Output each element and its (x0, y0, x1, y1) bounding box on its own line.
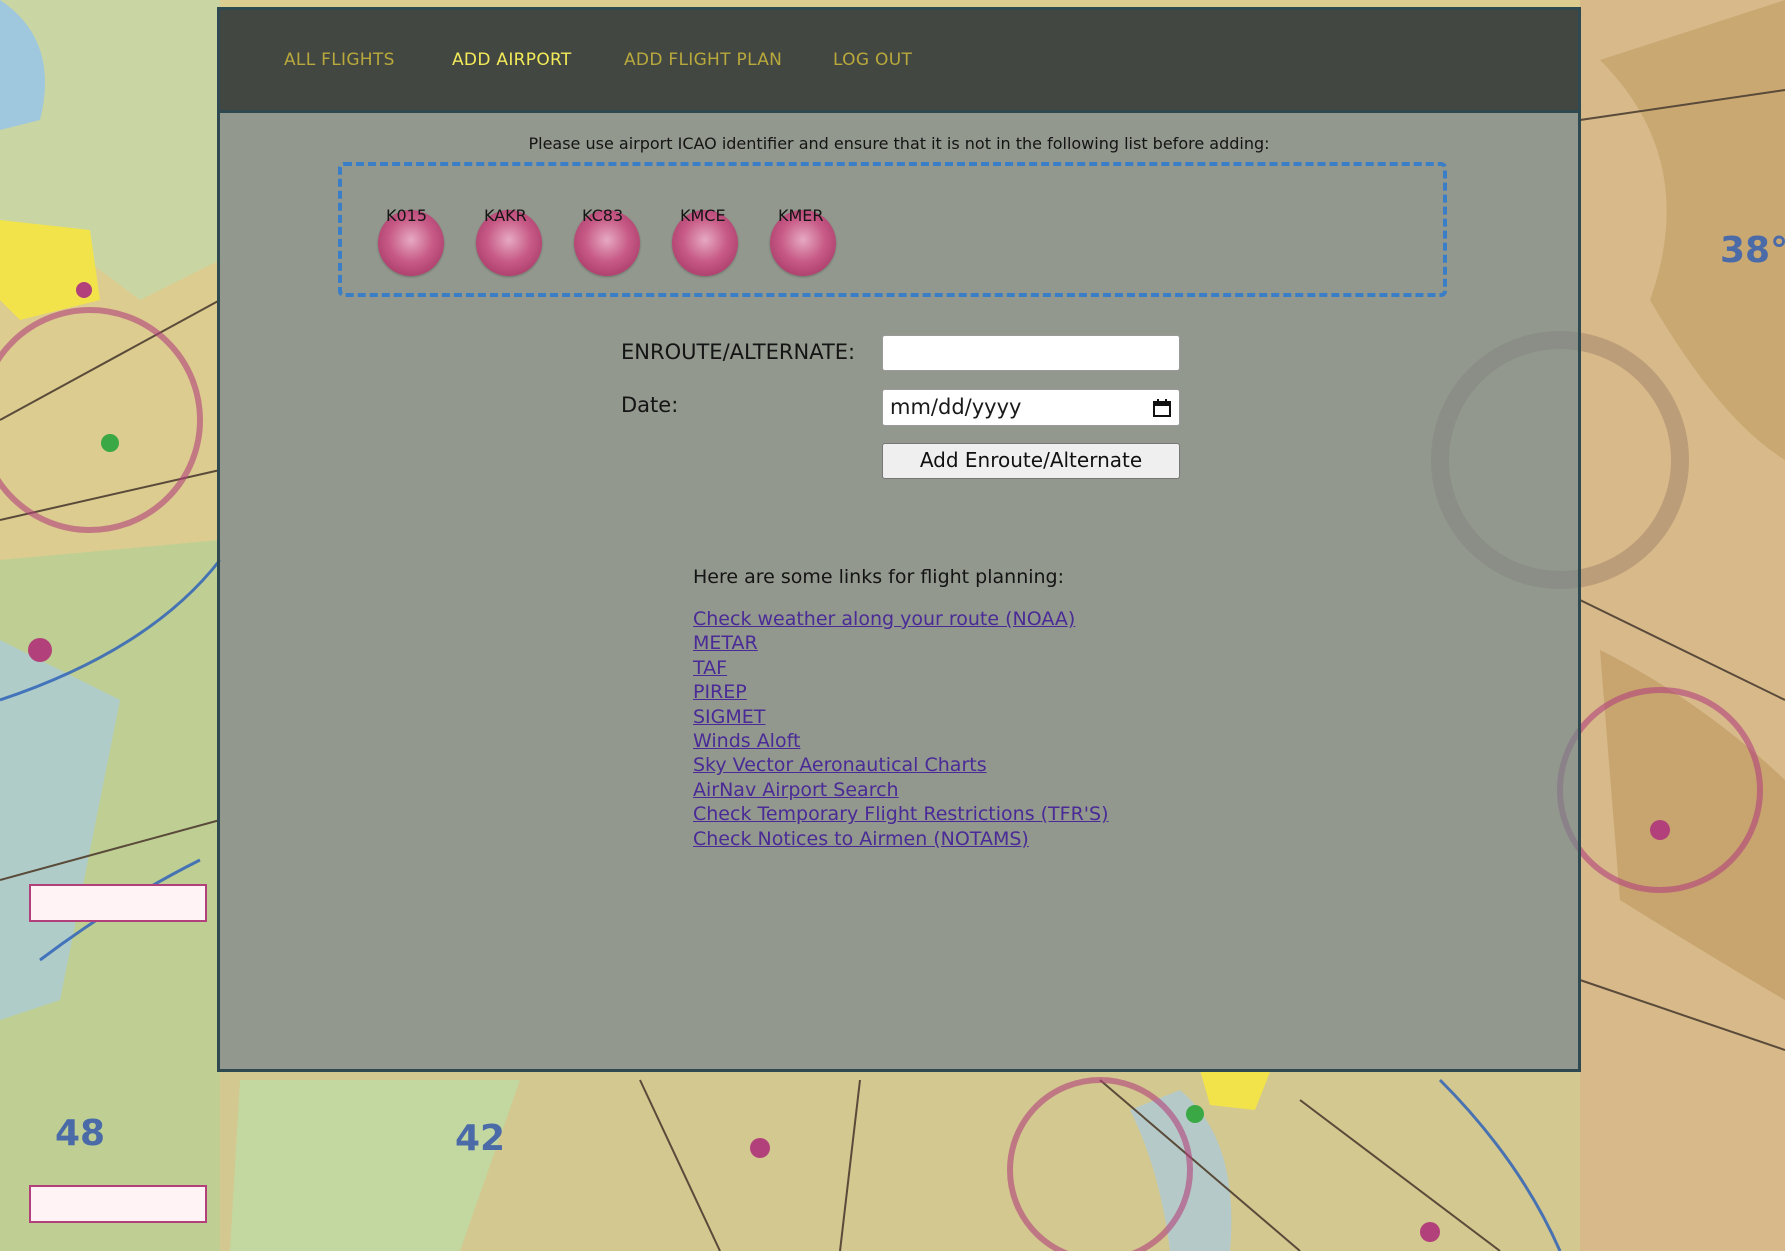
airport-code: KAKR (484, 206, 527, 225)
airport-code: KMCE (680, 206, 726, 225)
airport-bubble[interactable]: K015 (378, 206, 444, 276)
existing-airports-list: K015 KAKR KC83 KMCE KMER (338, 162, 1447, 297)
link-airnav[interactable]: AirNav Airport Search (693, 778, 1108, 802)
link-winds-aloft[interactable]: Winds Aloft (693, 729, 1108, 753)
link-taf[interactable]: TAF (693, 656, 1108, 680)
svg-text:42: 42 (455, 1118, 505, 1159)
link-metar[interactable]: METAR (693, 631, 1108, 655)
calendar-icon[interactable] (1153, 398, 1171, 422)
enroute-input[interactable] (882, 335, 1180, 371)
date-label: Date: (621, 393, 679, 417)
link-sigmet[interactable]: SIGMET (693, 705, 1108, 729)
svg-text:38°: 38° (1720, 230, 1785, 271)
airport-code: K015 (386, 206, 428, 225)
link-tfr[interactable]: Check Temporary Flight Restrictions (TFR… (693, 802, 1108, 826)
link-noaa-weather[interactable]: Check weather along your route (NOAA) (693, 607, 1108, 631)
airport-bubble[interactable]: KC83 (574, 206, 640, 276)
link-pirep[interactable]: PIREP (693, 680, 1108, 704)
airport-bubble[interactable]: KMCE (672, 206, 738, 276)
flight-planning-links: Check weather along your route (NOAA) ME… (693, 607, 1108, 851)
enroute-label: ENROUTE/ALTERNATE: (621, 340, 856, 364)
nav-add-airport[interactable]: ADD AIRPORT (452, 50, 572, 70)
add-enroute-button[interactable]: Add Enroute/Alternate (882, 443, 1180, 479)
instruction-text: Please use airport ICAO identifier and e… (528, 134, 1270, 153)
links-heading: Here are some links for flight planning: (693, 566, 1065, 588)
nav-add-flight-plan[interactable]: ADD FLIGHT PLAN (624, 50, 782, 70)
main-panel: ALL FLIGHTS ADD AIRPORT ADD FLIGHT PLAN … (217, 7, 1581, 1072)
date-placeholder: mm/dd/yyyy (890, 395, 1022, 419)
link-skyvector[interactable]: Sky Vector Aeronautical Charts (693, 753, 1108, 777)
airport-bubble[interactable]: KAKR (476, 206, 542, 276)
top-navbar: ALL FLIGHTS ADD AIRPORT ADD FLIGHT PLAN … (220, 10, 1578, 113)
airport-code: KC83 (582, 206, 624, 225)
svg-text:48: 48 (55, 1113, 105, 1154)
airport-code: KMER (778, 206, 824, 225)
airport-bubble[interactable]: KMER (770, 206, 836, 276)
nav-all-flights[interactable]: ALL FLIGHTS (284, 50, 395, 70)
date-input[interactable]: mm/dd/yyyy (882, 389, 1180, 426)
link-notams[interactable]: Check Notices to Airmen (NOTAMS) (693, 827, 1108, 851)
nav-log-out[interactable]: LOG OUT (833, 50, 912, 70)
